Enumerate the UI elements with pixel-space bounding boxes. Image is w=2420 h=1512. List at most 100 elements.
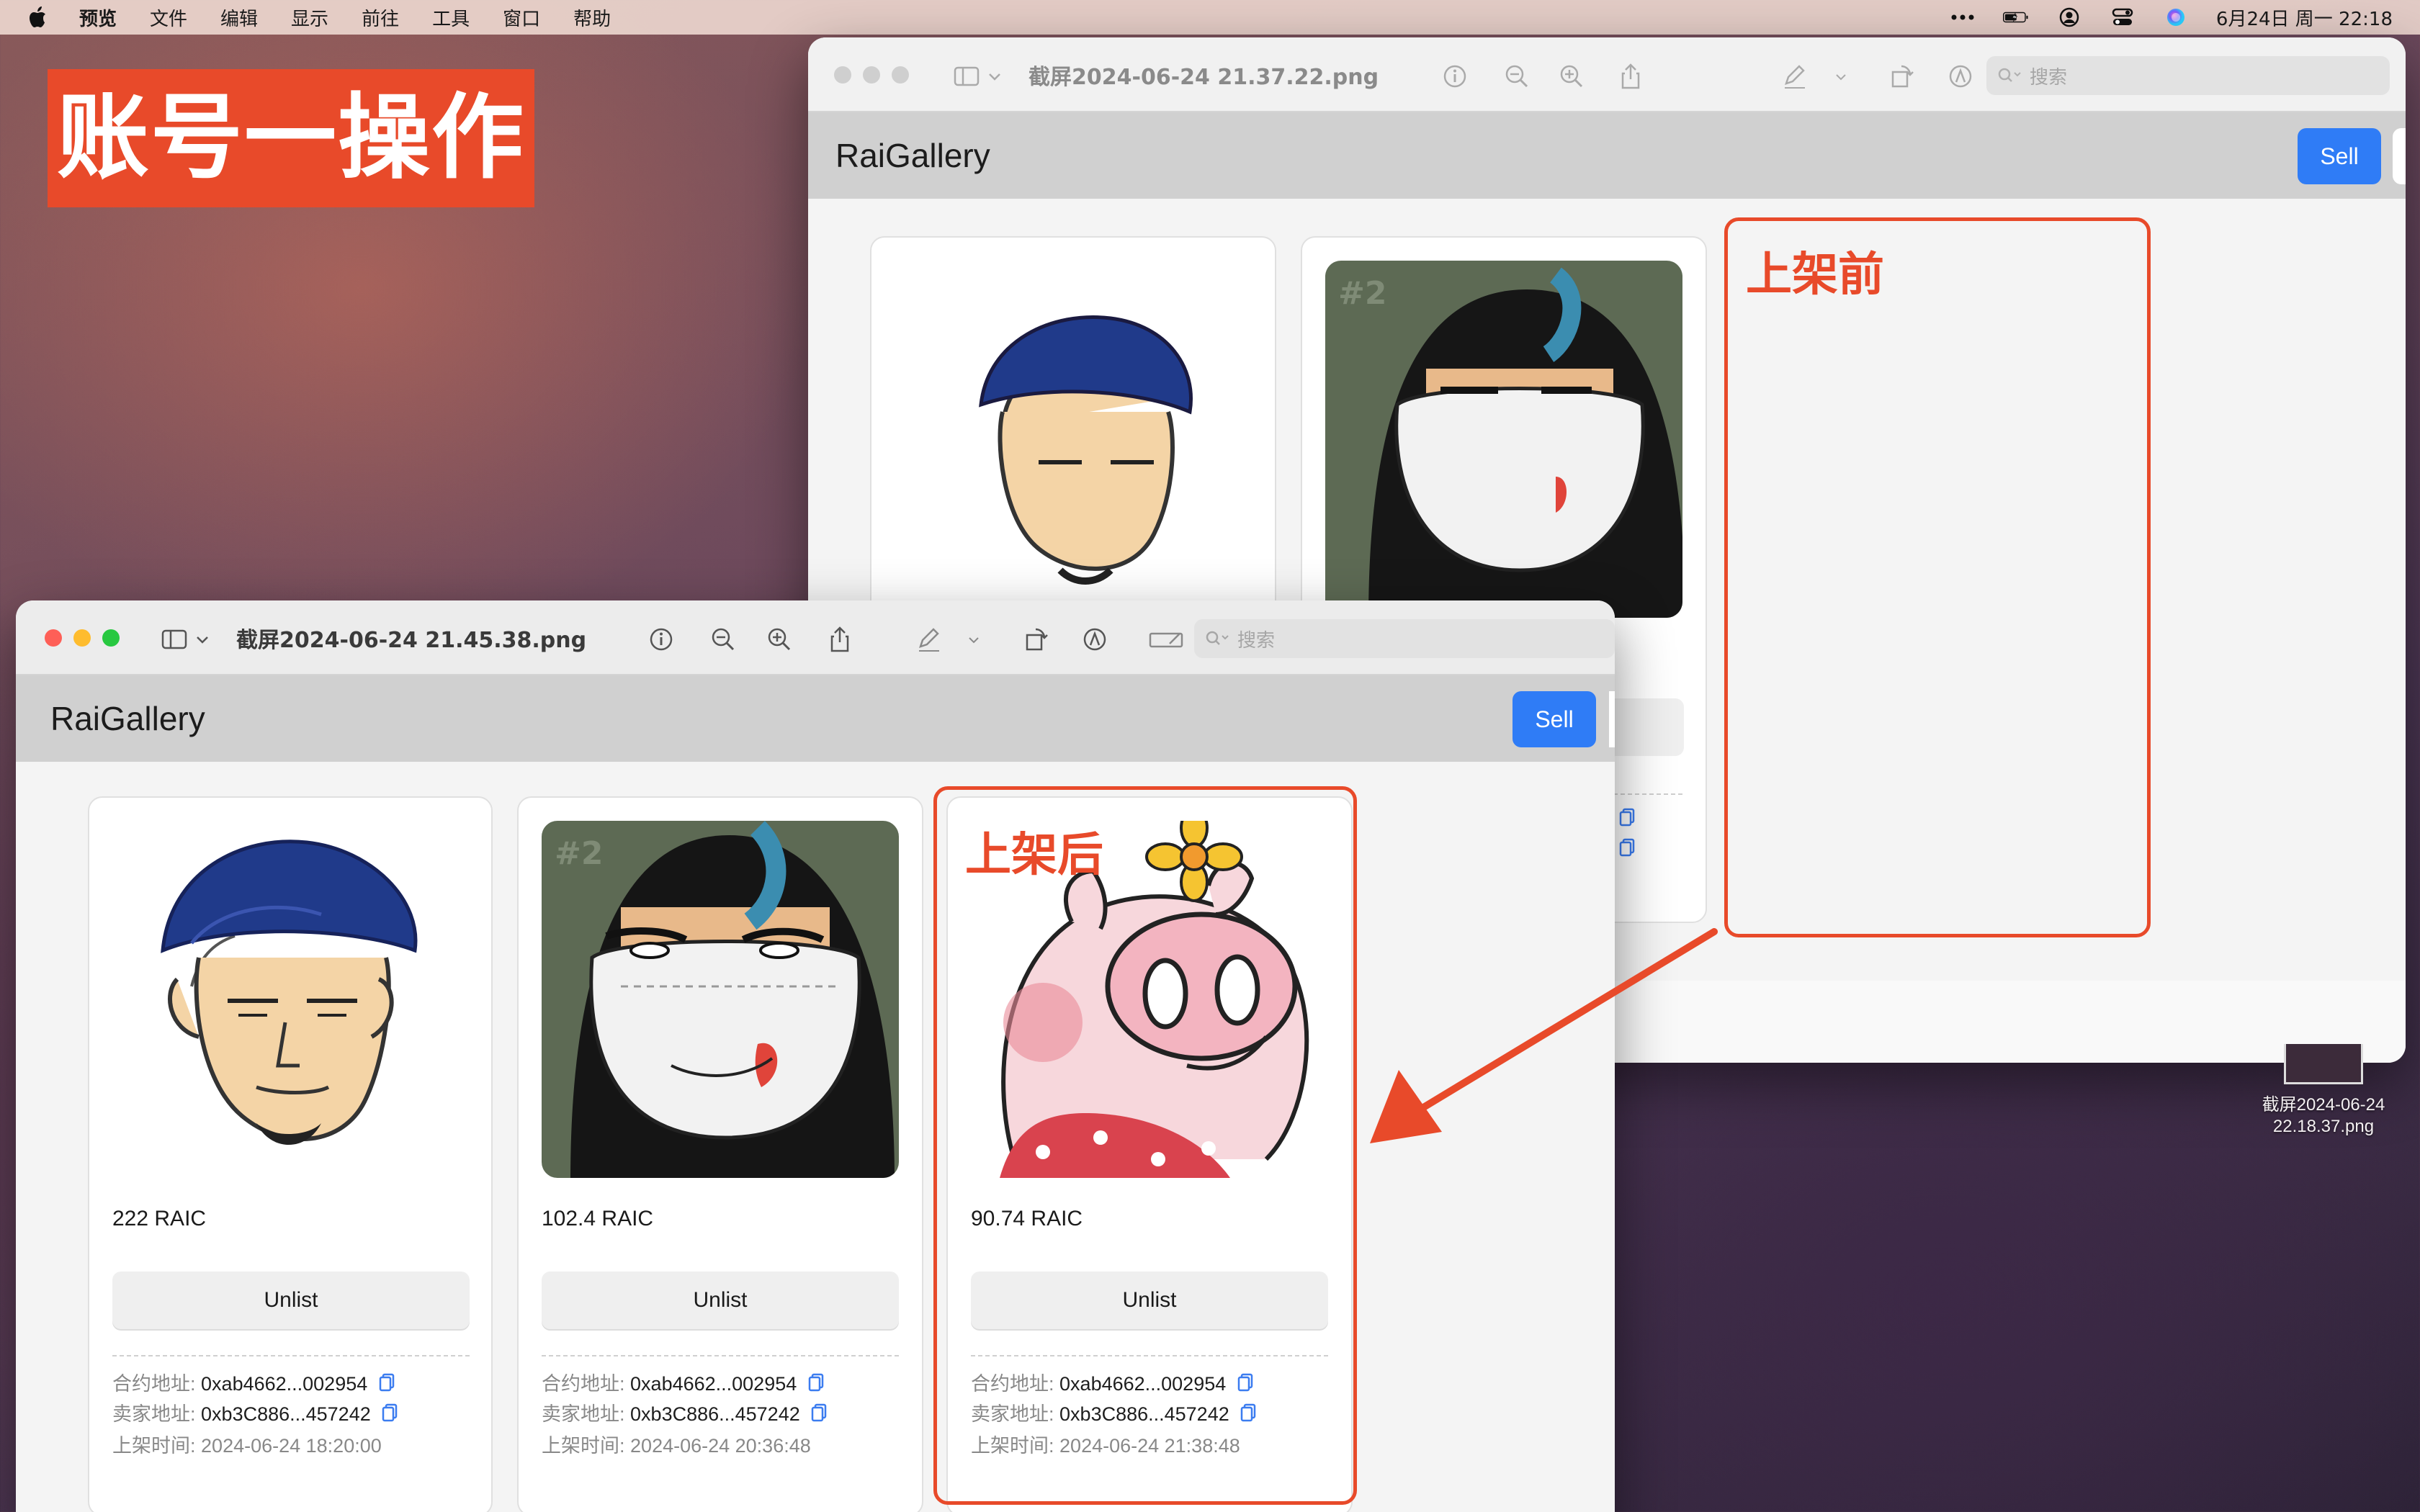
seller-address-row: 卖家地址: 0xb3C886...457242 (542, 1398, 827, 1426)
copy-icon[interactable] (1619, 838, 1635, 860)
search-field[interactable]: 搜索 (1986, 56, 2390, 95)
annotation-box-after (933, 786, 1357, 1505)
sidebar-toggle-icon[interactable] (160, 625, 189, 654)
rotate-icon[interactable] (1021, 625, 1050, 654)
document-title: 截屏2024-06-24 21.45.38.png (236, 628, 587, 653)
seller-address-value: 0xb3C886...457242 (630, 1403, 800, 1425)
battery-icon[interactable] (2002, 7, 2029, 27)
zoom-out-icon[interactable] (709, 625, 738, 654)
info-icon[interactable] (647, 625, 676, 654)
zoom-button[interactable] (892, 66, 909, 84)
app-header: RaiGallery Sell (808, 112, 2406, 199)
nft-price: 222 RAIC (112, 1207, 207, 1230)
header-partial-button[interactable] (2393, 128, 2406, 184)
listing-time-label: 上架时间: (112, 1435, 196, 1457)
zoom-in-icon[interactable] (1557, 62, 1586, 91)
app-name: RaiGallery (835, 137, 990, 174)
menu-bar: 预览 文件 编辑 显示 前往 工具 窗口 帮助 6月24日 周一 22:18 (0, 0, 2420, 35)
markup-pen-icon[interactable] (1780, 62, 1809, 91)
more-icon[interactable] (1950, 7, 1976, 27)
menu-file[interactable]: 文件 (150, 4, 187, 31)
nft-image-masked-ninja: #2 (542, 821, 899, 1178)
traffic-lights (45, 629, 120, 647)
contract-address-label: 合约地址: (542, 1373, 625, 1395)
desktop-file-icon[interactable]: 截屏2024-06-24 22.18.37.png (2244, 1044, 2403, 1138)
sell-button[interactable]: Sell (2298, 128, 2381, 184)
rotate-icon[interactable] (1887, 62, 1916, 91)
sidebar-toggle-icon[interactable] (952, 62, 981, 91)
menu-go[interactable]: 前往 (362, 4, 399, 31)
seller-address-label: 卖家地址: (542, 1403, 625, 1425)
contract-address-row: 合约地址: 0xab4662...002954 (112, 1368, 395, 1396)
card-divider (542, 1355, 899, 1356)
form-fill-icon[interactable] (1148, 625, 1184, 654)
zoom-out-icon[interactable] (1502, 62, 1531, 91)
copy-icon[interactable] (1619, 808, 1635, 829)
listing-time-row: 上架时间: 2024-06-24 20:36:48 (542, 1430, 811, 1458)
nft-card: 222 RAIC Unlist 合约地址: 0xab4662...002954 … (88, 796, 493, 1512)
listing-time-value: 2024-06-24 18:20:00 (201, 1435, 382, 1457)
copy-icon[interactable] (811, 1403, 827, 1422)
annotation-arrow-icon (1370, 928, 1718, 1143)
siri-icon[interactable] (2163, 7, 2189, 27)
traffic-lights (834, 66, 909, 84)
search-icon (1998, 68, 2021, 82)
file-thumbnail (2284, 1044, 2363, 1084)
card-divider (112, 1355, 470, 1356)
copy-icon[interactable] (808, 1373, 824, 1392)
menu-clock[interactable]: 6月24日 周一 22:18 (2216, 4, 2393, 31)
nft-card: #2 102.4 RAIC Unlist 合约地址: 0xab4662...00… (517, 796, 923, 1512)
copy-icon[interactable] (379, 1373, 395, 1392)
sell-button[interactable]: Sell (1512, 691, 1596, 747)
share-icon[interactable] (825, 625, 854, 654)
markup-chevron-down-icon[interactable] (1832, 62, 1850, 91)
minimize-button[interactable] (863, 66, 880, 84)
desktop-file-name-line1: 截屏2024-06-24 (2262, 1095, 2385, 1115)
close-button[interactable] (45, 629, 62, 647)
menu-view[interactable]: 显示 (291, 4, 328, 31)
app-header: RaiGallery Sell (16, 675, 1615, 762)
search-field[interactable]: 搜索 (1194, 619, 1615, 658)
annotate-icon[interactable] (1946, 62, 1975, 91)
header-partial-button[interactable] (1609, 691, 1615, 747)
menu-app-preview[interactable]: 预览 (79, 4, 117, 31)
nft-price: 102.4 RAIC (542, 1207, 654, 1230)
nft-badge: #2 (555, 835, 604, 872)
minimize-button[interactable] (73, 629, 91, 647)
close-button[interactable] (834, 66, 851, 84)
zoom-button[interactable] (102, 629, 120, 647)
listing-time-label: 上架时间: (542, 1435, 625, 1457)
listing-time-value: 2024-06-24 20:36:48 (630, 1435, 811, 1457)
search-icon (1206, 631, 1229, 645)
nft-image-cap-man (895, 261, 1252, 618)
annotation-label-before: 上架前 (1746, 248, 1884, 302)
user-account-icon[interactable] (2056, 7, 2082, 27)
copy-icon[interactable] (382, 1403, 398, 1422)
nft-image-cap-man (112, 821, 470, 1178)
desktop-file-name-line2: 22.18.37.png (2272, 1117, 2375, 1136)
chevron-down-icon[interactable] (193, 625, 212, 654)
title-label: 账号一操作 (48, 69, 534, 207)
control-center-icon[interactable] (2110, 7, 2136, 27)
menu-tools[interactable]: 工具 (432, 4, 470, 31)
unlist-button[interactable]: Unlist (112, 1272, 470, 1329)
annotation-label-after: 上架后 (965, 829, 1103, 882)
window-toolbar: 截屏2024-06-24 21.37.22.png 搜索 (808, 37, 2406, 112)
app-name: RaiGallery (50, 700, 205, 737)
menu-window[interactable]: 窗口 (503, 4, 540, 31)
apple-menu-icon[interactable] (27, 4, 50, 30)
unlist-button[interactable]: Unlist (542, 1272, 899, 1329)
menu-help[interactable]: 帮助 (573, 4, 611, 31)
seller-address-row: 卖家地址: 0xb3C886...457242 (112, 1398, 398, 1426)
search-placeholder: 搜索 (1237, 629, 1276, 652)
menu-edit[interactable]: 编辑 (220, 4, 258, 31)
nft-badge: #2 (1338, 275, 1387, 312)
markup-pen-icon[interactable] (915, 625, 944, 654)
chevron-down-icon[interactable] (985, 62, 1004, 91)
share-icon[interactable] (1616, 62, 1645, 91)
markup-chevron-down-icon[interactable] (965, 625, 982, 654)
info-icon[interactable] (1440, 62, 1469, 91)
zoom-in-icon[interactable] (765, 625, 794, 654)
search-placeholder: 搜索 (2030, 66, 2068, 89)
annotate-icon[interactable] (1080, 625, 1109, 654)
